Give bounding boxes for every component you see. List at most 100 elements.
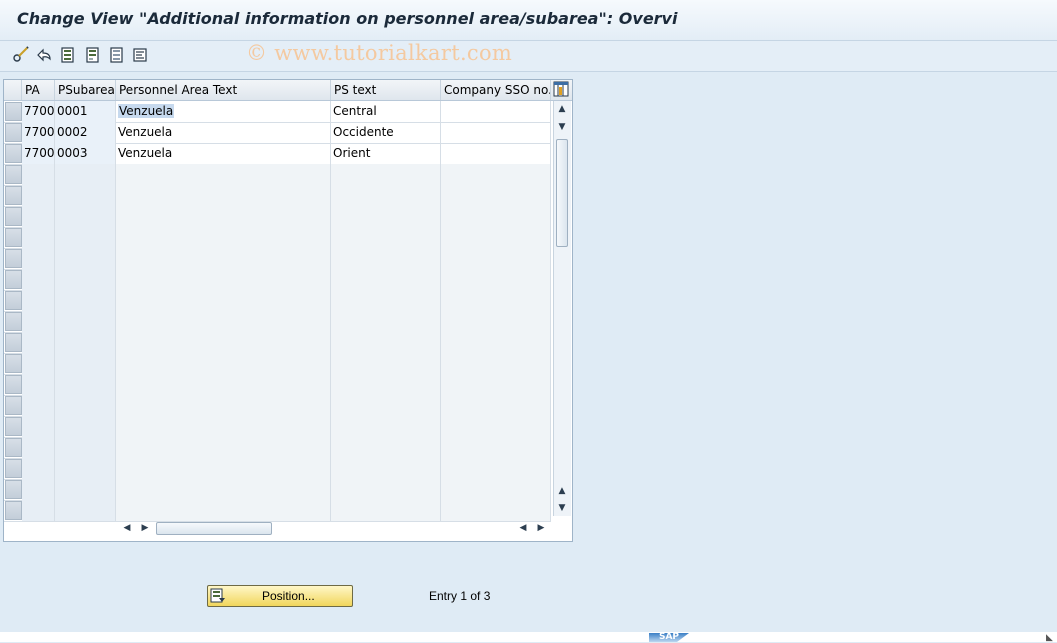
empty-cell[interactable]	[22, 437, 55, 458]
position-button[interactable]: Position...	[207, 585, 353, 607]
cell-ps-text[interactable]: Central	[331, 101, 441, 122]
empty-cell[interactable]	[116, 353, 331, 374]
empty-cell[interactable]	[331, 206, 441, 227]
empty-cell[interactable]	[55, 353, 116, 374]
horizontal-scroll-thumb[interactable]	[156, 522, 272, 535]
table-row-empty[interactable]	[4, 248, 551, 270]
empty-cell[interactable]	[116, 164, 331, 185]
display-change-button[interactable]	[12, 46, 30, 64]
empty-cell[interactable]	[55, 437, 116, 458]
empty-cell[interactable]	[441, 374, 551, 395]
row-selector[interactable]	[5, 375, 22, 394]
empty-cell[interactable]	[331, 479, 441, 500]
row-selector[interactable]	[5, 333, 22, 352]
cell-sso[interactable]	[441, 143, 551, 164]
scroll-left-icon[interactable]: ◀	[121, 522, 133, 534]
empty-cell[interactable]	[55, 416, 116, 437]
empty-cell[interactable]	[22, 164, 55, 185]
table-row[interactable]: 7700 0002 Venzuela Occidente	[4, 122, 551, 144]
table-row-empty[interactable]	[4, 395, 551, 417]
table-row-empty[interactable]	[4, 206, 551, 228]
table-row-empty[interactable]	[4, 311, 551, 333]
empty-cell[interactable]	[331, 458, 441, 479]
row-selector[interactable]	[5, 417, 22, 436]
empty-cell[interactable]	[116, 248, 331, 269]
cell-ps-text[interactable]: Occidente	[331, 122, 441, 143]
empty-cell[interactable]	[441, 248, 551, 269]
empty-cell[interactable]	[22, 206, 55, 227]
empty-cell[interactable]	[116, 500, 331, 521]
empty-cell[interactable]	[116, 290, 331, 311]
table-row-empty[interactable]	[4, 290, 551, 312]
vertical-scrollbar[interactable]: ▲ ▼ ▲ ▼	[553, 101, 571, 516]
empty-cell[interactable]	[441, 479, 551, 500]
cell-area-text[interactable]: Venzuela	[116, 122, 331, 143]
empty-cell[interactable]	[116, 479, 331, 500]
empty-cell[interactable]	[331, 500, 441, 521]
column-header-sso[interactable]: Company SSO no.	[441, 80, 551, 100]
empty-cell[interactable]	[22, 395, 55, 416]
empty-cell[interactable]	[22, 185, 55, 206]
select-all-button[interactable]	[59, 46, 77, 64]
empty-cell[interactable]	[22, 374, 55, 395]
empty-cell[interactable]	[441, 332, 551, 353]
empty-cell[interactable]	[22, 227, 55, 248]
empty-cell[interactable]	[441, 458, 551, 479]
empty-cell[interactable]	[55, 206, 116, 227]
empty-cell[interactable]	[441, 206, 551, 227]
empty-cell[interactable]	[55, 332, 116, 353]
table-settings-button[interactable]	[553, 81, 570, 98]
empty-cell[interactable]	[331, 416, 441, 437]
empty-cell[interactable]	[22, 353, 55, 374]
empty-cell[interactable]	[22, 248, 55, 269]
empty-cell[interactable]	[331, 290, 441, 311]
table-row-empty[interactable]	[4, 269, 551, 291]
empty-cell[interactable]	[55, 164, 116, 185]
empty-cell[interactable]	[22, 500, 55, 521]
empty-cell[interactable]	[55, 269, 116, 290]
empty-cell[interactable]	[331, 353, 441, 374]
table-row-empty[interactable]	[4, 374, 551, 396]
row-selector[interactable]	[5, 102, 22, 121]
empty-cell[interactable]	[441, 269, 551, 290]
select-block-button[interactable]	[84, 46, 102, 64]
cell-area-text[interactable]: Venzuela	[116, 101, 331, 122]
row-selector[interactable]	[5, 144, 22, 163]
empty-cell[interactable]	[116, 332, 331, 353]
empty-cell[interactable]	[55, 290, 116, 311]
empty-cell[interactable]	[55, 227, 116, 248]
scroll-far-left-icon[interactable]: ◀	[517, 522, 529, 534]
scroll-far-right-icon[interactable]: ▶	[535, 522, 547, 534]
table-row-empty[interactable]	[4, 353, 551, 375]
empty-cell[interactable]	[331, 311, 441, 332]
table-row-empty[interactable]	[4, 227, 551, 249]
row-selector[interactable]	[5, 249, 22, 268]
empty-cell[interactable]	[441, 437, 551, 458]
scroll-right-icon[interactable]: ▶	[139, 522, 151, 534]
empty-cell[interactable]	[441, 500, 551, 521]
empty-cell[interactable]	[55, 185, 116, 206]
row-selector[interactable]	[5, 438, 22, 457]
empty-cell[interactable]	[331, 269, 441, 290]
row-selector[interactable]	[5, 123, 22, 142]
table-row-empty[interactable]	[4, 332, 551, 354]
empty-cell[interactable]	[22, 479, 55, 500]
empty-cell[interactable]	[22, 269, 55, 290]
table-row-empty[interactable]	[4, 416, 551, 438]
select-all-rows-corner[interactable]	[4, 80, 22, 100]
cell-sso[interactable]	[441, 122, 551, 143]
empty-cell[interactable]	[116, 227, 331, 248]
scroll-page-down-icon[interactable]: ▼	[556, 502, 568, 514]
table-row-empty[interactable]	[4, 479, 551, 501]
column-header-psubarea[interactable]: PSubarea	[55, 80, 116, 100]
empty-cell[interactable]	[441, 227, 551, 248]
empty-cell[interactable]	[116, 206, 331, 227]
table-row-empty[interactable]	[4, 437, 551, 459]
scroll-page-up-icon[interactable]: ▲	[556, 485, 568, 497]
row-selector[interactable]	[5, 207, 22, 226]
empty-cell[interactable]	[22, 311, 55, 332]
empty-cell[interactable]	[441, 185, 551, 206]
empty-cell[interactable]	[331, 248, 441, 269]
column-header-ps-text[interactable]: PS text	[331, 80, 441, 100]
row-selector[interactable]	[5, 312, 22, 331]
